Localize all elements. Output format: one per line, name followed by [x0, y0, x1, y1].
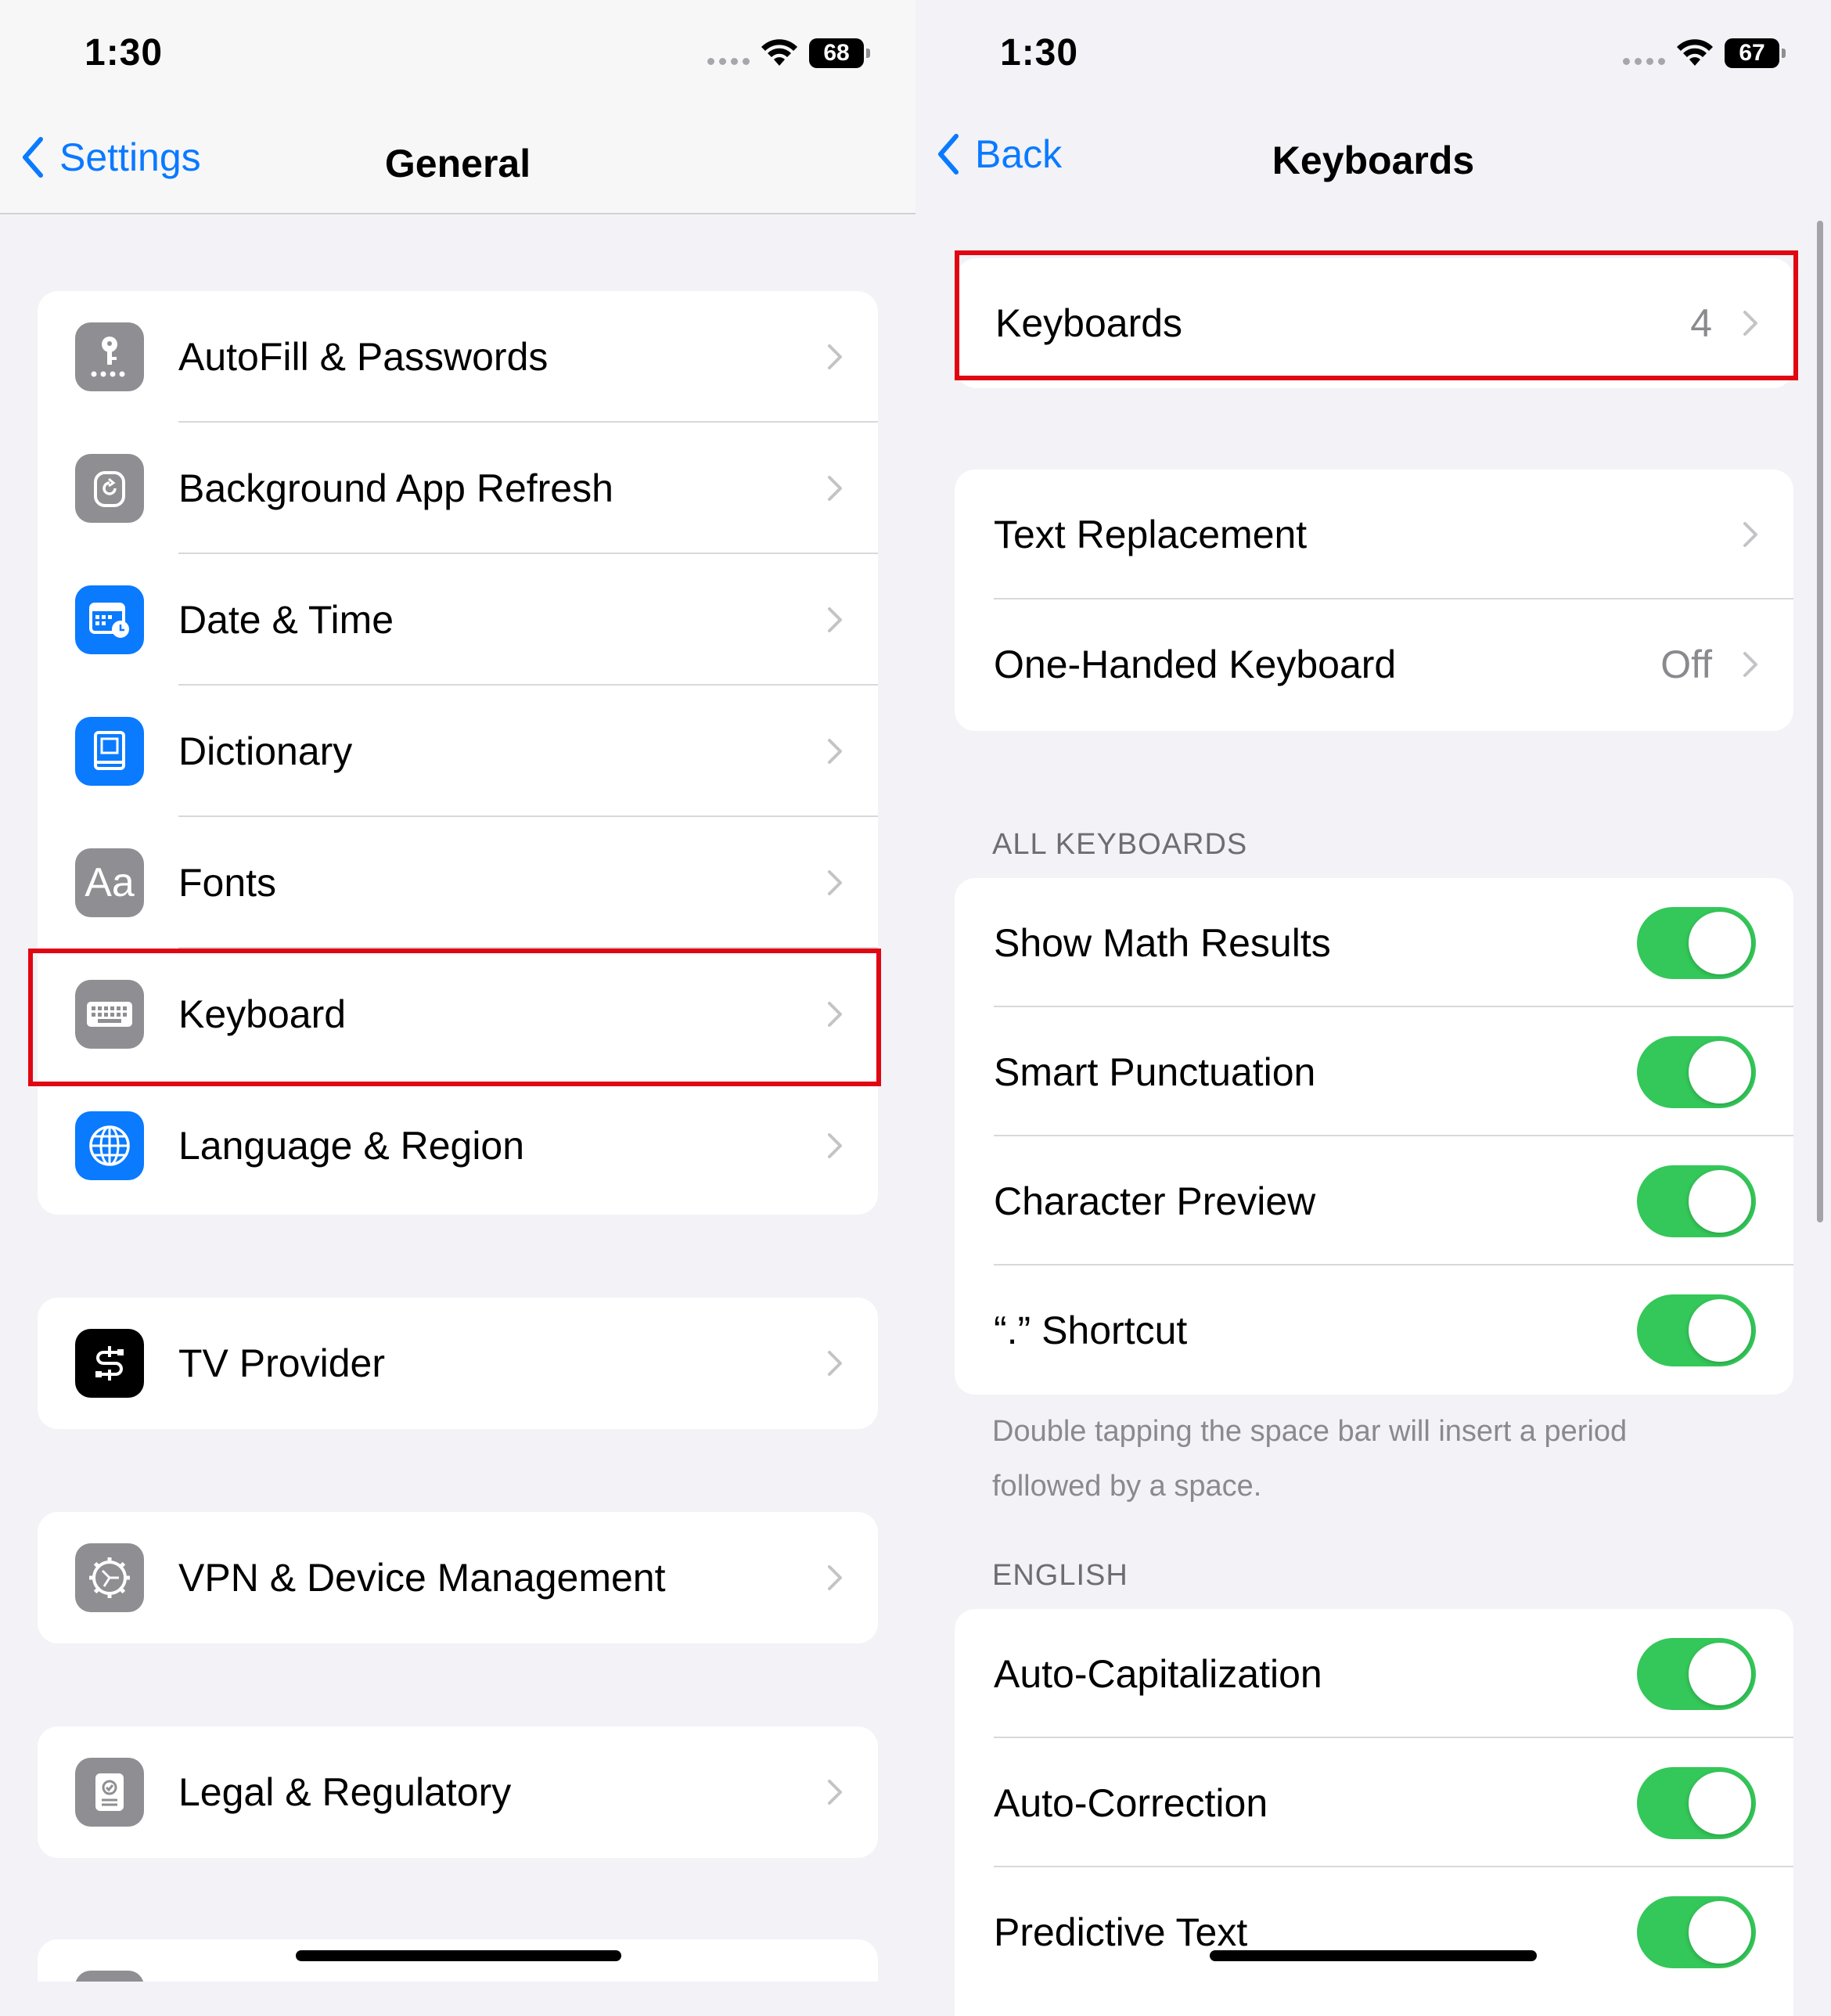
character-preview-toggle[interactable] — [1637, 1165, 1756, 1237]
row-dictionary[interactable]: Dictionary — [38, 686, 878, 817]
chevron-right-icon — [828, 1780, 842, 1805]
row-label: One-Handed Keyboard — [994, 643, 1397, 686]
page-title: General — [384, 142, 531, 185]
row-show-math-results: Show Math Results — [955, 878, 1793, 1007]
auto-correction-toggle[interactable] — [1637, 1766, 1756, 1839]
row-label: Character Preview — [994, 1179, 1316, 1223]
status-icons: 67 — [1623, 36, 1786, 70]
row-language-region[interactable]: Language & Region — [38, 1080, 878, 1211]
tv-provider-icon — [75, 1329, 144, 1398]
chevron-right-icon — [828, 870, 842, 895]
row-auto-correction: Auto-Correction — [955, 1738, 1793, 1867]
row-one-handed-keyboard[interactable]: One-Handed Keyboard Off — [955, 599, 1793, 729]
cellular-signal-icon — [1623, 41, 1665, 65]
row-label: Date & Time — [178, 598, 394, 642]
row-label: Language & Region — [178, 1124, 525, 1168]
row-label: Background App Refresh — [178, 466, 613, 510]
legal-group: Legal & Regulatory — [38, 1726, 878, 1858]
vpn-group: VPN & Device Management — [38, 1512, 878, 1643]
row-label: “.” Shortcut — [994, 1308, 1188, 1352]
partial-row-icon — [75, 1971, 144, 1982]
all-keyboards-group: Show Math Results Smart Punctuation Char… — [955, 878, 1793, 1395]
section-header-all-keyboards: ALL KEYBOARDS — [992, 828, 1248, 861]
row-label: Legal & Regulatory — [178, 1770, 512, 1814]
row-label: VPN & Device Management — [178, 1556, 666, 1600]
row-label: TV Provider — [178, 1341, 385, 1385]
one-handed-value: Off — [1660, 643, 1712, 686]
status-time: 1:30 — [1000, 32, 1079, 74]
predictive-text-toggle[interactable] — [1637, 1895, 1756, 1968]
keyboard-options-group: Text Replacement One-Handed Keyboard Off — [955, 470, 1793, 731]
wifi-icon — [1677, 39, 1713, 66]
row-label: Smart Punctuation — [994, 1049, 1316, 1094]
general-settings-screen: 1:30 68 Settings General AutoFill & Pass… — [0, 0, 916, 1982]
row-label: AutoFill & Passwords — [178, 335, 549, 379]
scrollbar[interactable] — [1817, 221, 1823, 1222]
chevron-right-icon — [828, 1351, 842, 1376]
row-period-shortcut: “.” Shortcut — [955, 1265, 1793, 1395]
cellular-signal-icon — [707, 41, 750, 65]
wifi-icon — [761, 39, 797, 66]
home-indicator-right[interactable] — [1210, 1950, 1537, 1961]
battery-icon: 67 — [1725, 38, 1786, 68]
chevron-right-icon — [828, 607, 842, 632]
navigation-bar: Back Keyboards — [916, 117, 1831, 211]
keyboard-row-highlight — [28, 949, 881, 1086]
auto-capitalization-toggle[interactable] — [1637, 1637, 1756, 1710]
tv-provider-group: TV Provider — [38, 1298, 878, 1429]
row-vpn-device-management[interactable]: VPN & Device Management — [38, 1512, 878, 1643]
row-auto-capitalization: Auto-Capitalization — [955, 1609, 1793, 1738]
gear-icon — [75, 1543, 144, 1612]
battery-icon: 68 — [809, 38, 870, 68]
calendar-clock-icon — [75, 585, 144, 654]
row-smart-punctuation: Smart Punctuation — [955, 1007, 1793, 1136]
book-icon — [75, 717, 144, 786]
navigation-bar: Settings General — [0, 117, 916, 214]
row-predictive-text: Predictive Text — [955, 1867, 1793, 1996]
row-autofill-passwords[interactable]: AutoFill & Passwords — [38, 291, 878, 423]
status-time: 1:30 — [85, 32, 164, 74]
status-icons: 68 — [707, 36, 870, 70]
chevron-right-icon — [828, 1133, 842, 1158]
chevron-right-icon — [828, 739, 842, 764]
row-label: Show Math Results — [994, 920, 1331, 965]
fonts-icon: Aa — [75, 848, 144, 917]
chevron-right-icon — [1743, 522, 1757, 547]
row-fonts[interactable]: Aa Fonts — [38, 817, 878, 949]
chevron-right-icon — [828, 344, 842, 369]
chevron-right-icon — [828, 476, 842, 501]
smart-punctuation-toggle[interactable] — [1637, 1035, 1756, 1108]
row-label: Predictive Text — [994, 1910, 1248, 1954]
refresh-icon — [75, 454, 144, 523]
section-header-english: ENGLISH — [992, 1559, 1128, 1592]
row-label: Fonts — [178, 861, 277, 905]
row-label: Auto-Capitalization — [994, 1651, 1322, 1696]
show-math-results-toggle[interactable] — [1637, 906, 1756, 979]
row-legal-regulatory[interactable]: Legal & Regulatory — [38, 1726, 878, 1858]
key-icon — [75, 322, 144, 391]
row-label: Dictionary — [178, 729, 353, 773]
chevron-right-icon — [828, 1565, 842, 1590]
period-shortcut-toggle[interactable] — [1637, 1294, 1756, 1366]
row-character-preview: Character Preview — [955, 1136, 1793, 1265]
page-title: Keyboards — [1272, 139, 1475, 182]
keyboards-row-highlight — [955, 250, 1798, 380]
row-background-app-refresh[interactable]: Background App Refresh — [38, 423, 878, 554]
row-tv-provider[interactable]: TV Provider — [38, 1298, 878, 1429]
row-label: Auto-Correction — [994, 1780, 1268, 1825]
chevron-right-icon — [1743, 652, 1757, 677]
row-date-time[interactable]: Date & Time — [38, 554, 878, 686]
row-text-replacement[interactable]: Text Replacement — [955, 470, 1793, 599]
home-indicator[interactable] — [296, 1950, 621, 1961]
globe-icon — [75, 1111, 144, 1180]
legal-icon — [75, 1758, 144, 1827]
row-label: Text Replacement — [994, 513, 1308, 556]
shortcut-footnote: Double tapping the space bar will insert… — [992, 1415, 1628, 1503]
